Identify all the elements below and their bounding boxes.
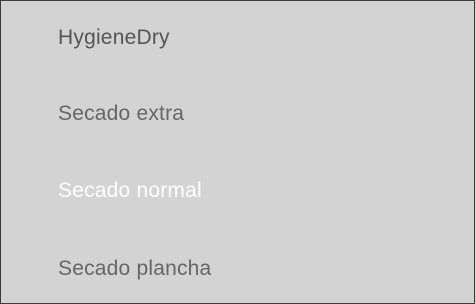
menu-item-secado-plancha[interactable]: Secado plancha: [58, 257, 211, 281]
menu-item-hygienedry[interactable]: HygieneDry: [58, 26, 170, 50]
menu-item-secado-extra[interactable]: Secado extra: [58, 102, 184, 126]
drying-options-menu: HygieneDry Secado extra Secado normal Se…: [0, 0, 475, 304]
menu-item-secado-normal[interactable]: Secado normal: [58, 179, 202, 203]
